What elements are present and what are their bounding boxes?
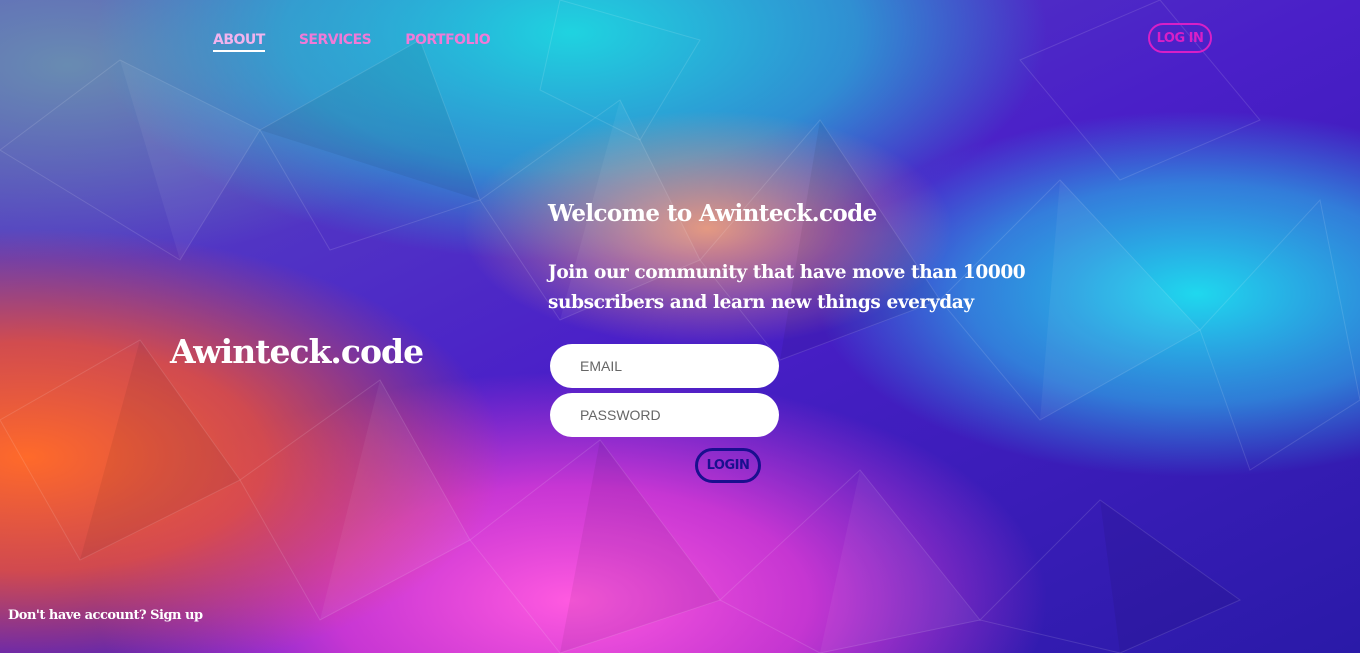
hero-subtitle: Join our community that have move than 1… <box>548 262 1026 313</box>
signup-link[interactable]: Sign up <box>150 608 203 623</box>
password-input[interactable] <box>550 393 779 437</box>
nav-item-portfolio[interactable]: PORTFOLIO <box>405 32 490 52</box>
header-login-button[interactable]: LOG IN <box>1148 23 1212 53</box>
nav-item-about[interactable]: ABOUT <box>213 32 265 52</box>
email-input[interactable] <box>550 344 779 388</box>
signup-prompt: Don't have account? Sign up <box>8 608 203 623</box>
main-nav: ABOUT SERVICES PORTFOLIO <box>213 32 491 52</box>
polygon-background <box>0 0 1360 653</box>
nav-item-services[interactable]: SERVICES <box>299 32 372 52</box>
brand-title: Awinteck.code <box>170 332 424 371</box>
signup-prompt-text: Don't have account? <box>8 608 147 623</box>
login-submit-button[interactable]: LOGIN <box>695 448 761 483</box>
welcome-heading: Welcome to Awinteck.code <box>548 200 877 227</box>
